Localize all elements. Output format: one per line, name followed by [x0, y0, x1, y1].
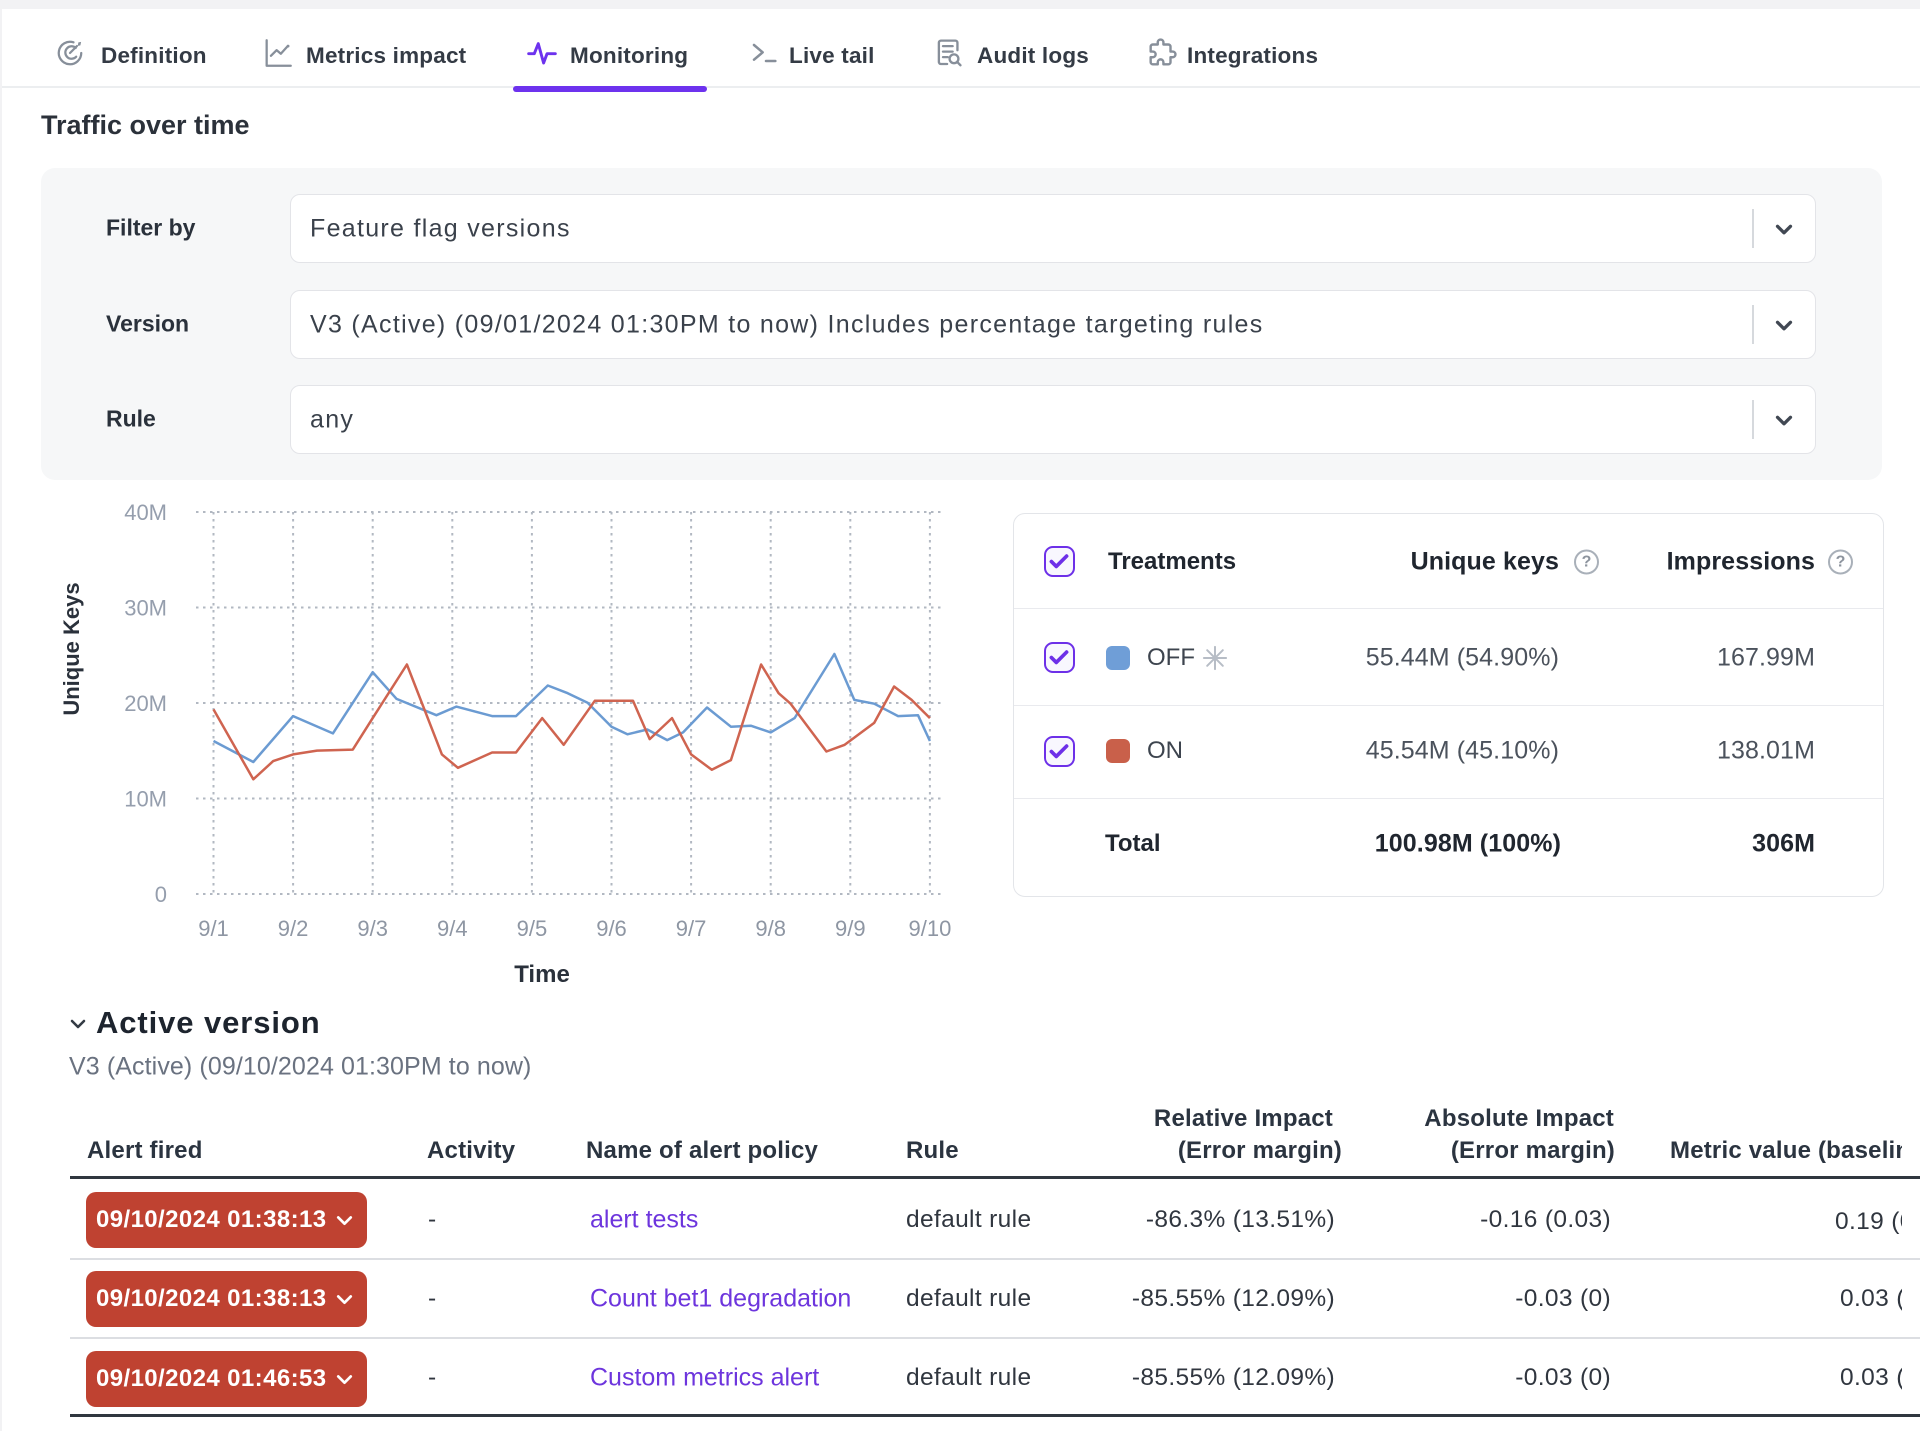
svg-text:Unique Keys: Unique Keys — [59, 582, 84, 715]
svg-text:9/10: 9/10 — [908, 916, 951, 941]
svg-text:9/3: 9/3 — [357, 916, 388, 941]
svg-text:40M: 40M — [124, 500, 167, 525]
svg-text:9/8: 9/8 — [755, 916, 786, 941]
svg-text:9/9: 9/9 — [835, 916, 866, 941]
svg-text:9/5: 9/5 — [517, 916, 548, 941]
svg-text:9/7: 9/7 — [676, 916, 707, 941]
svg-text:Time: Time — [514, 961, 570, 988]
svg-text:9/4: 9/4 — [437, 916, 468, 941]
svg-text:9/6: 9/6 — [596, 916, 627, 941]
svg-text:20M: 20M — [124, 691, 167, 716]
svg-text:9/2: 9/2 — [278, 916, 309, 941]
svg-text:9/1: 9/1 — [198, 916, 229, 941]
svg-text:10M: 10M — [124, 787, 167, 812]
svg-text:0: 0 — [155, 882, 167, 907]
svg-text:30M: 30M — [124, 596, 167, 621]
